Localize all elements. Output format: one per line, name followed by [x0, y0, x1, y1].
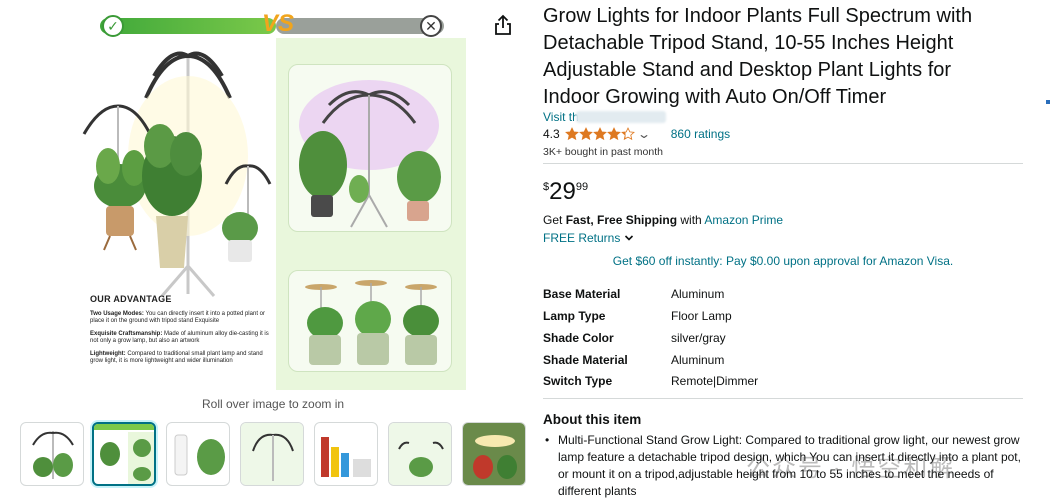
- comparison-photo-desktop: [288, 270, 452, 372]
- divider: [543, 398, 1023, 399]
- share-icon[interactable]: [493, 14, 513, 36]
- comparison-bar-others: [276, 18, 444, 34]
- advantage-item: Exquisite Craftsmanship: Made of aluminu…: [90, 331, 269, 344]
- advantage-item: Lightweight: Compared to traditional sma…: [90, 351, 263, 364]
- star-icon: [578, 127, 593, 141]
- about-title: About this item: [543, 412, 642, 427]
- scroll-marker: [1046, 100, 1050, 104]
- spec-key: Base Material: [543, 287, 621, 301]
- product-title: Grow Lights for Indoor Plants Full Spect…: [543, 5, 973, 108]
- spec-key: Switch Type: [543, 374, 613, 388]
- zoom-hint: Roll over image to zoom in: [202, 397, 345, 411]
- star-icon: [564, 127, 579, 141]
- prime-link[interactable]: Amazon Prime: [704, 213, 783, 227]
- spec-row: Shade Material Aluminum: [543, 353, 724, 367]
- thumbnail-6[interactable]: [388, 422, 452, 486]
- watermark: 公众号 · 悟空和解: [746, 455, 956, 482]
- tripod-lamp-illustration: [82, 51, 272, 297]
- check-icon: ✓: [102, 15, 124, 37]
- thumbnail-3[interactable]: [166, 422, 230, 486]
- divider: [543, 163, 1023, 164]
- spec-value: silver/gray: [671, 331, 726, 345]
- main-product-image[interactable]: ✓ ✕ VS OUR ADVANTAGE Two Usage Modes: Yo…: [80, 8, 466, 390]
- comparison-bar-ours: [100, 18, 276, 34]
- spec-row: Lamp Type Floor Lamp: [543, 309, 732, 323]
- rating-row: 4.3 ⌄ 860 ratings: [543, 126, 730, 142]
- thumbnail-7[interactable]: [462, 422, 526, 486]
- thumbnail-2[interactable]: [92, 422, 156, 486]
- blurred-store-name: [576, 111, 666, 123]
- comparison-panel: [276, 38, 466, 390]
- chevron-down-icon: [625, 235, 634, 241]
- ratings-count-link[interactable]: 860 ratings: [671, 127, 730, 141]
- thumbnail-5[interactable]: [314, 422, 378, 486]
- price-fraction: 99: [575, 181, 589, 193]
- advantage-text: OUR ADVANTAGE Two Usage Modes: You can d…: [90, 294, 276, 371]
- bought-count: 3K+ bought in past month: [543, 146, 663, 158]
- advantage-item: Two Usage Modes: You can directly insert…: [90, 311, 265, 324]
- chevron-down-icon[interactable]: ⌄: [637, 127, 651, 141]
- spec-row: Shade Color silver/gray: [543, 331, 726, 345]
- star-icon: [620, 127, 635, 141]
- spec-value: Floor Lamp: [671, 309, 732, 323]
- star-icon: [606, 127, 621, 141]
- spec-key: Shade Color: [543, 331, 614, 345]
- visa-promo-link[interactable]: Get $60 off instantly: Pay $0.00 upon ap…: [543, 248, 1023, 274]
- spec-key: Shade Material: [543, 353, 628, 367]
- free-returns-link[interactable]: FREE Returns: [543, 231, 634, 245]
- price-whole: 29: [549, 178, 576, 205]
- rating-value: 4.3: [543, 127, 560, 141]
- spec-key: Lamp Type: [543, 309, 606, 323]
- star-icon: [592, 127, 607, 141]
- star-rating[interactable]: [564, 127, 635, 141]
- thumbnail-1[interactable]: [20, 422, 84, 486]
- spec-value: Aluminum: [671, 287, 725, 301]
- spec-value: Aluminum: [671, 353, 725, 367]
- vs-label: VS: [262, 10, 295, 37]
- spec-row: Switch Type Remote|Dimmer: [543, 374, 758, 388]
- advantage-title: OUR ADVANTAGE: [90, 294, 172, 304]
- spec-value: Remote|Dimmer: [671, 374, 759, 388]
- price: $2999: [543, 178, 588, 206]
- visit-store-link[interactable]: Visit th: [543, 110, 579, 124]
- comparison-photo-tripod: [288, 64, 452, 232]
- shipping-info: Get Fast, Free Shipping with Amazon Prim…: [543, 213, 784, 227]
- price-symbol: $: [543, 181, 550, 193]
- spec-row: Base Material Aluminum: [543, 287, 724, 301]
- thumbnail-4[interactable]: [240, 422, 304, 486]
- cross-icon: ✕: [420, 15, 442, 37]
